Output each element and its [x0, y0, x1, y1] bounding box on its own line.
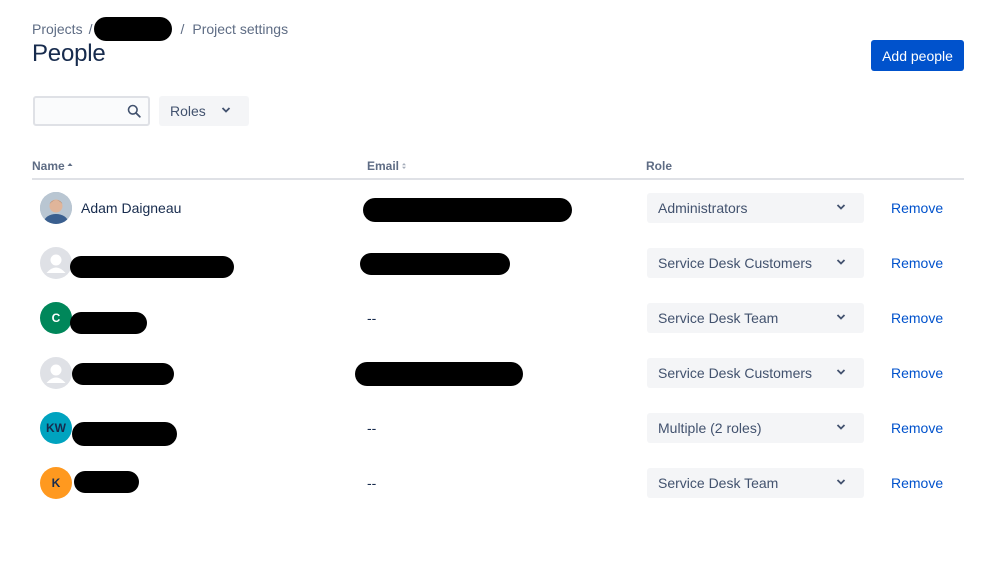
role-select[interactable]: Administrators [647, 193, 864, 223]
search-input[interactable] [35, 98, 125, 124]
user-initials-avatar: K [40, 467, 72, 499]
user-avatar [40, 192, 72, 224]
role-select[interactable]: Service Desk Customers [647, 358, 864, 388]
remove-link[interactable]: Remove [891, 310, 943, 326]
redacted-name [74, 471, 139, 493]
breadcrumb-separator: / [88, 21, 93, 37]
sort-icon [402, 163, 407, 169]
email-empty: -- [367, 420, 377, 436]
chevron-down-icon [836, 204, 846, 210]
add-people-button[interactable]: Add people [871, 40, 964, 71]
role-select-value: Administrators [658, 200, 748, 216]
table-row: Service Desk Customers Remove [0, 347, 999, 399]
roles-filter-label: Roles [170, 103, 206, 119]
table-row: K -- Service Desk Team Remove [0, 457, 999, 509]
redacted-name [70, 256, 234, 278]
table-row: KW -- Multiple (2 roles) Remove [0, 402, 999, 454]
redacted-project-name [94, 17, 173, 41]
chevron-down-icon [836, 424, 846, 430]
breadcrumb: Projects / / Project settings [32, 17, 288, 41]
user-photo-icon [40, 192, 72, 224]
table-row: Adam Daigneau Administrators Remove [0, 182, 999, 234]
column-header-email[interactable]: Email [367, 159, 407, 173]
role-select-value: Service Desk Team [658, 475, 779, 491]
user-initials-avatar: C [40, 302, 72, 334]
page-title: People [32, 40, 106, 67]
email-empty: -- [367, 475, 377, 491]
default-avatar [40, 247, 72, 279]
default-avatar [40, 357, 72, 389]
email-empty: -- [367, 310, 377, 326]
role-select-value: Service Desk Team [658, 310, 779, 326]
table-row: C -- Service Desk Team Remove [0, 292, 999, 344]
remove-link[interactable]: Remove [891, 200, 943, 216]
redacted-name [70, 312, 147, 334]
breadcrumb-separator: / [180, 21, 185, 37]
roles-filter-dropdown[interactable]: Roles [159, 96, 249, 126]
role-select-value: Multiple (2 roles) [658, 420, 762, 436]
user-initials-avatar: KW [40, 412, 72, 444]
breadcrumb-project-settings[interactable]: Project settings [192, 21, 288, 37]
redacted-name [72, 422, 177, 446]
role-select[interactable]: Multiple (2 roles) [647, 413, 864, 443]
person-icon [46, 254, 66, 273]
search-icon [127, 104, 141, 118]
breadcrumb-projects[interactable]: Projects [32, 21, 83, 37]
remove-link[interactable]: Remove [891, 365, 943, 381]
user-name: Adam Daigneau [81, 200, 182, 216]
remove-link[interactable]: Remove [891, 475, 943, 491]
chevron-down-icon [836, 259, 846, 265]
role-select[interactable]: Service Desk Team [647, 303, 864, 333]
table-header-divider [32, 178, 964, 180]
chevron-down-icon [221, 107, 231, 113]
redacted-email [360, 253, 510, 275]
table-row: Service Desk Customers Remove [0, 237, 999, 289]
role-select-value: Service Desk Customers [658, 365, 813, 381]
role-select[interactable]: Service Desk Team [647, 468, 864, 498]
chevron-down-icon [836, 314, 846, 320]
redacted-email [363, 198, 572, 222]
role-select[interactable]: Service Desk Customers [647, 248, 864, 278]
person-icon [46, 364, 66, 383]
remove-link[interactable]: Remove [891, 255, 943, 271]
redacted-name [72, 363, 174, 385]
sort-ascending-icon [67, 163, 73, 166]
column-header-name[interactable]: Name [32, 159, 73, 173]
chevron-down-icon [836, 369, 846, 375]
remove-link[interactable]: Remove [891, 420, 943, 436]
search-field[interactable] [33, 96, 150, 126]
column-header-role: Role [646, 159, 673, 173]
role-select-value: Service Desk Customers [658, 255, 813, 271]
chevron-down-icon [836, 479, 846, 485]
redacted-email [355, 362, 523, 386]
